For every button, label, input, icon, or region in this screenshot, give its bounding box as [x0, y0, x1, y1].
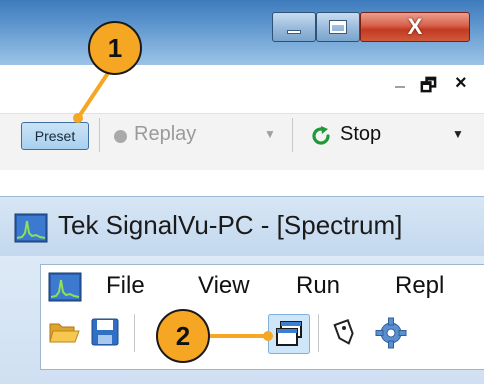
- toolbar-divider: [292, 118, 293, 152]
- menu-file[interactable]: File: [106, 272, 145, 300]
- inner-window-controls: [0, 65, 484, 113]
- menu-run[interactable]: Run: [296, 272, 340, 300]
- close-icon: X: [407, 14, 423, 39]
- windows-icon[interactable]: [268, 314, 310, 354]
- toolbar-divider: [134, 314, 135, 352]
- refresh-stop-icon: [312, 126, 330, 145]
- inner-minimize-icon[interactable]: [395, 86, 405, 88]
- open-folder-icon[interactable]: [48, 318, 80, 346]
- app-logo-icon: [14, 213, 48, 243]
- app-menu-logo-icon[interactable]: [48, 272, 82, 302]
- save-icon[interactable]: [90, 317, 120, 347]
- inner-close-icon[interactable]: ×: [455, 72, 467, 95]
- menu-view[interactable]: View: [198, 272, 250, 300]
- replay-button[interactable]: Replay: [134, 123, 196, 146]
- preset-button[interactable]: Preset: [21, 122, 89, 150]
- maximize-icon: [329, 20, 347, 34]
- menu-replay[interactable]: Repl: [395, 272, 444, 300]
- tag-icon[interactable]: [330, 318, 360, 348]
- maximize-button[interactable]: [316, 12, 360, 42]
- stop-dropdown-arrow-icon[interactable]: ▼: [452, 127, 464, 141]
- minimize-button[interactable]: [272, 12, 316, 42]
- replay-dropdown-arrow-icon[interactable]: ▼: [264, 127, 276, 141]
- toolbar-divider: [99, 118, 100, 152]
- close-button[interactable]: X: [360, 12, 470, 42]
- callout-badge-1: 1: [88, 21, 142, 75]
- app-title: Tek SignalVu-PC - [Spectrum]: [58, 210, 403, 240]
- gear-icon[interactable]: [374, 316, 408, 350]
- inner-restore-icon[interactable]: 🗗: [420, 73, 437, 103]
- toolbar-divider: [318, 314, 319, 352]
- stop-button[interactable]: Stop: [340, 123, 381, 146]
- callout-badge-2: 2: [156, 309, 210, 363]
- minimize-icon: [287, 30, 301, 34]
- record-dot-icon: [114, 130, 127, 143]
